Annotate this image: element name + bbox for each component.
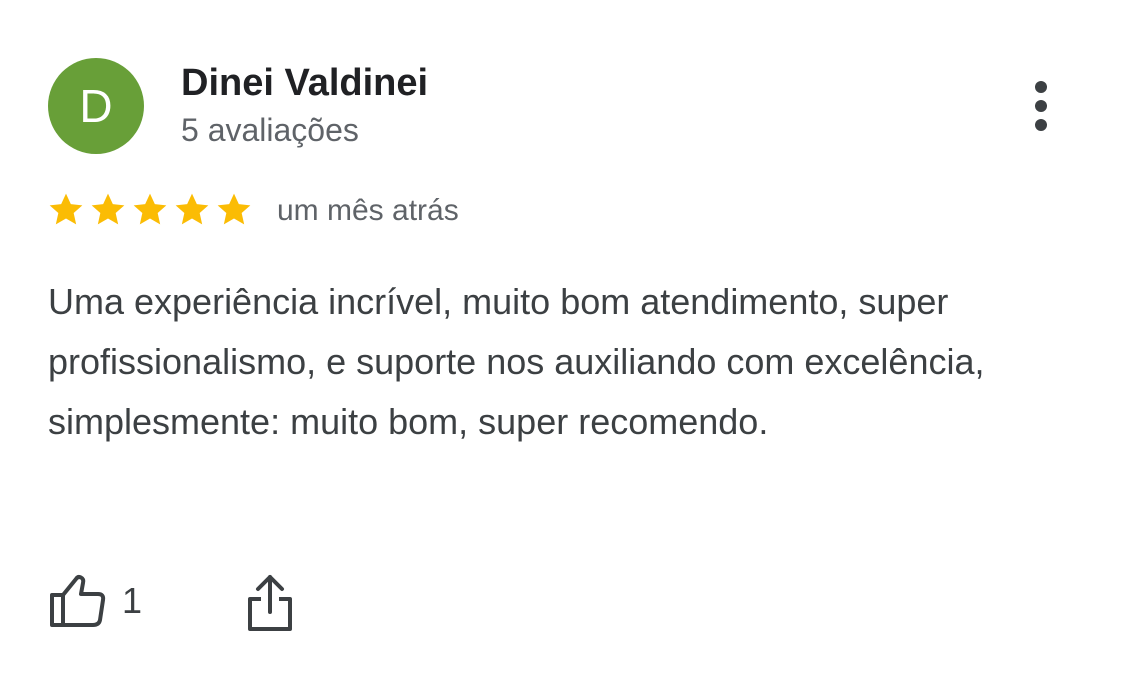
like-count: 1 <box>122 580 143 621</box>
thumbs-up-icon <box>50 575 106 627</box>
star-icon <box>91 193 125 225</box>
more-vert-icon-dot <box>1035 100 1047 112</box>
star-icon <box>133 193 167 225</box>
author-name[interactable]: Dinei Valdinei <box>181 62 428 105</box>
author-review-count: 5 avaliações <box>181 112 359 148</box>
star-rating <box>46 190 254 230</box>
more-options-button[interactable] <box>1016 76 1066 136</box>
review-card: D Dinei Valdinei 5 avaliações um mês atr… <box>0 0 1125 699</box>
more-vert-icon-dot <box>1035 81 1047 93</box>
share-button[interactable] <box>244 572 296 634</box>
avatar[interactable]: D <box>48 58 144 154</box>
star-icon <box>175 193 209 225</box>
review-timestamp: um mês atrás <box>277 194 459 227</box>
more-vert-icon-dot <box>1035 119 1047 131</box>
review-text: Uma experiência incrível, muito bom aten… <box>48 281 985 442</box>
share-icon <box>248 575 292 631</box>
like-button[interactable]: 1 <box>46 572 142 630</box>
star-icon <box>217 193 251 225</box>
star-icon <box>49 193 83 225</box>
